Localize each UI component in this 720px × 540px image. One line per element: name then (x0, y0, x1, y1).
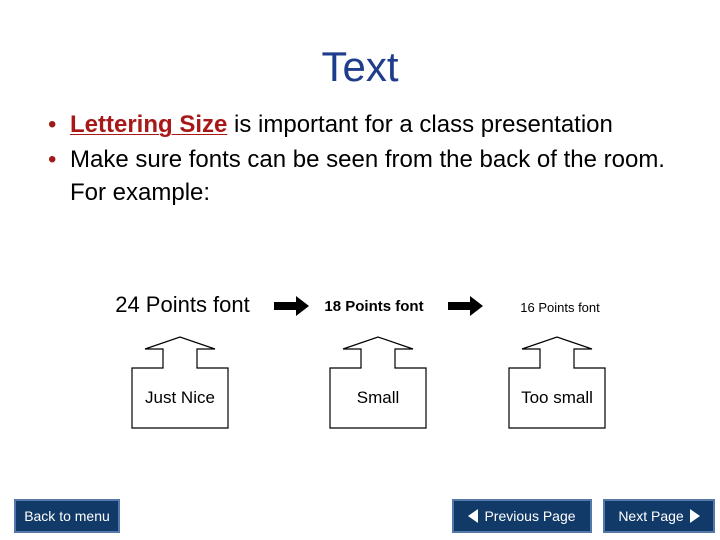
back-to-menu-label: Back to menu (24, 508, 110, 524)
right-arrow-icon (274, 295, 310, 317)
callout-label: Too small (521, 388, 593, 407)
font-sample-24pt: 24 Points font (115, 292, 250, 317)
list-item: • Lettering Size is important for a clas… (30, 108, 690, 141)
next-page-label: Next Page (618, 508, 684, 524)
previous-page-button[interactable]: Previous Page (452, 499, 592, 533)
up-arrow-callout-shape (508, 336, 606, 429)
callout-label: Just Nice (145, 388, 215, 407)
font-sample-18pt: 18 Points font (324, 298, 424, 315)
right-arrow-icon (448, 295, 484, 317)
up-arrow-callout-shape (131, 336, 229, 429)
bullet-dot-icon: • (48, 111, 57, 138)
page-title: Text (321, 43, 399, 90)
callout-box: Too small (492, 335, 622, 435)
up-arrow-callout-shape (329, 336, 427, 429)
previous-page-label: Previous Page (484, 508, 576, 524)
chevron-right-icon (689, 509, 700, 523)
chevron-left-icon (468, 509, 479, 523)
back-to-menu-button[interactable]: Back to menu (14, 499, 120, 533)
callout-label: Small (356, 388, 400, 407)
bullet-body-text: Make sure fonts can be seen from the bac… (70, 146, 665, 206)
list-item: • Make sure fonts can be seen from the ba… (30, 143, 690, 209)
bullet-body-text: is important for a class presentation (227, 111, 613, 138)
bullet-list: • Lettering Size is important for a clas… (30, 108, 690, 211)
callout-box: Small (313, 335, 443, 435)
next-page-button[interactable]: Next Page (603, 499, 715, 533)
bullet-emphasis-text: Lettering Size (70, 111, 228, 138)
bullet-dot-icon: • (48, 146, 57, 173)
font-size-sample-row: 24 Points font 18 Points font 16 Points … (0, 292, 720, 326)
font-sample-16pt: 16 Points font (520, 300, 600, 315)
callout-box: Just Nice (115, 335, 245, 435)
